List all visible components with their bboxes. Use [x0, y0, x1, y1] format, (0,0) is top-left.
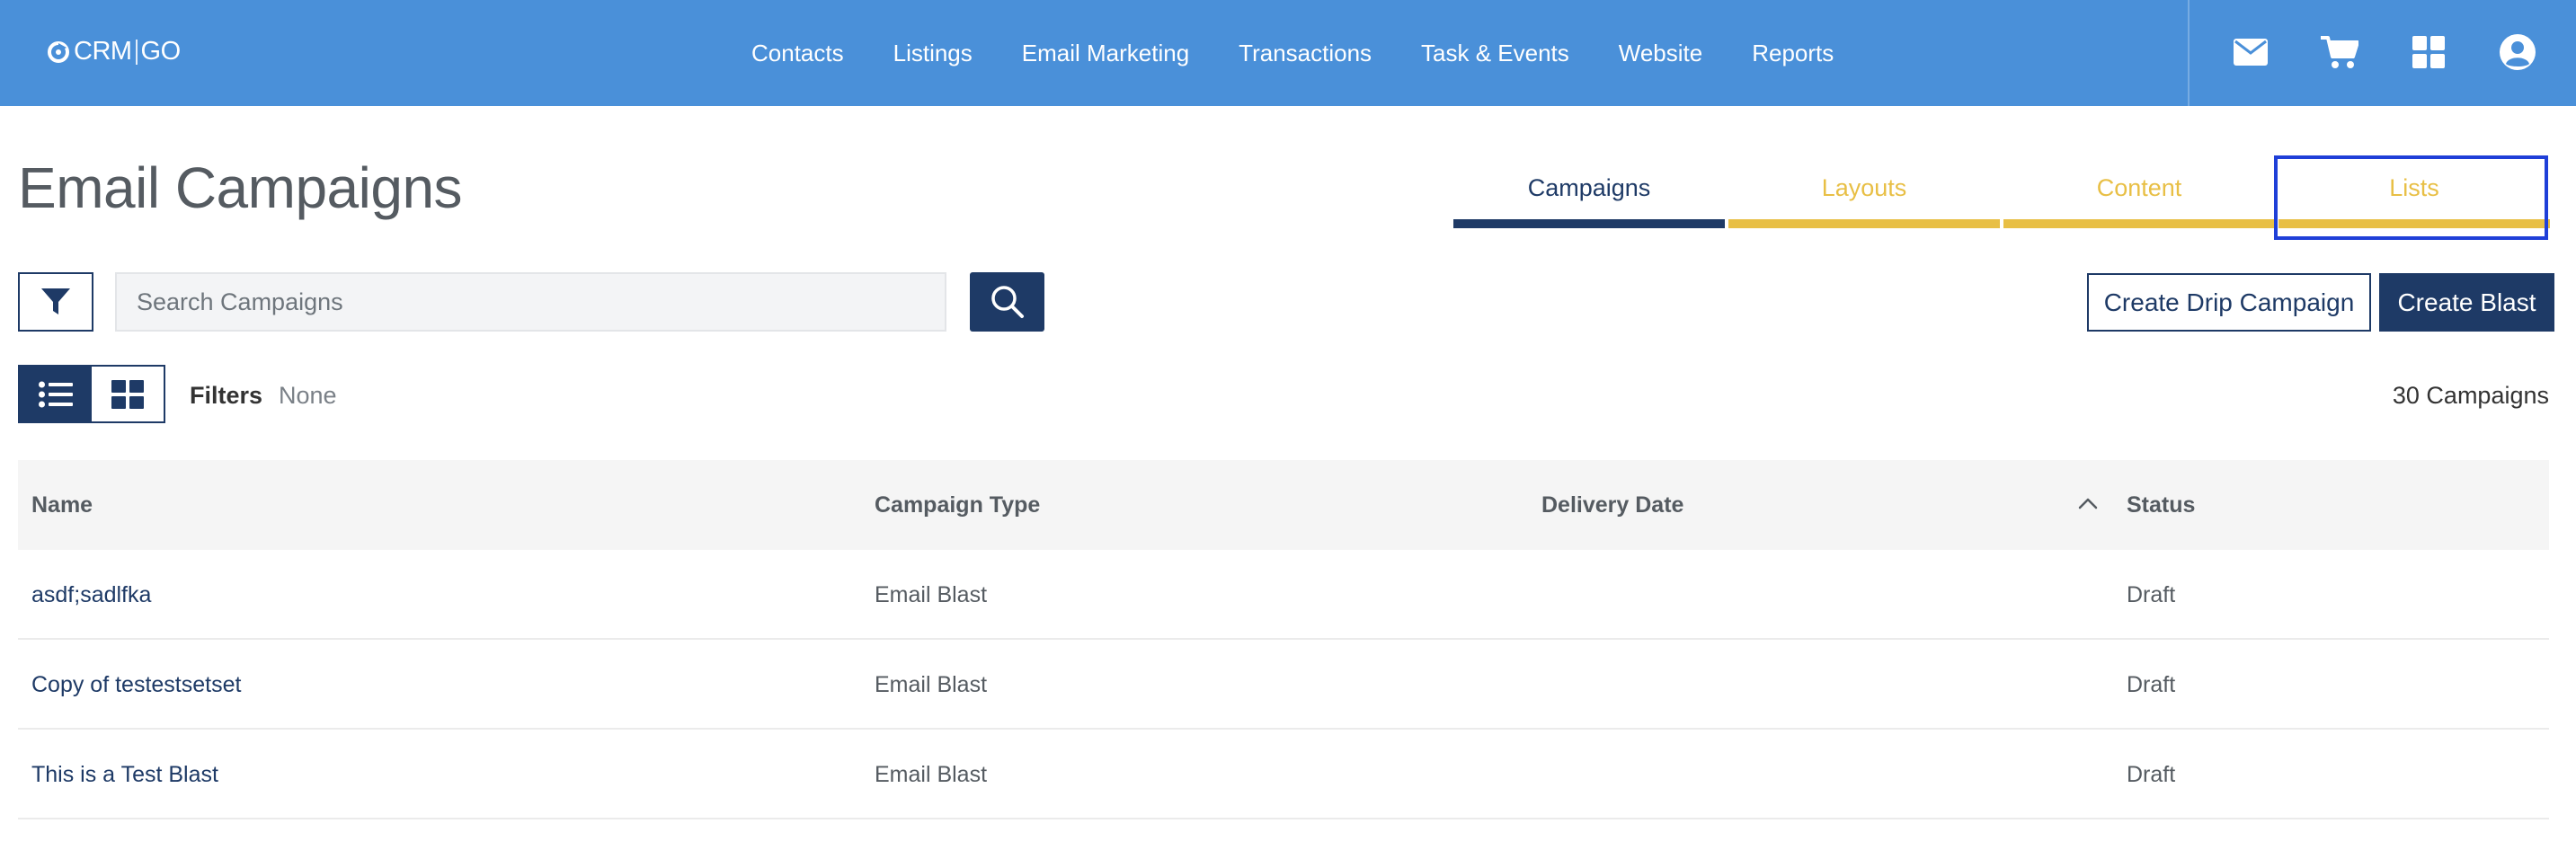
column-header-name[interactable]: Name [31, 492, 93, 518]
search-button[interactable] [970, 272, 1044, 332]
campaign-type-cell: Email Blast [875, 582, 988, 607]
campaign-name-link[interactable]: asdf;sadlfka [31, 582, 151, 608]
logo-mark-icon [48, 40, 69, 63]
view-toggle [18, 365, 165, 423]
campaign-type-cell: Email Blast [875, 672, 988, 697]
tab-campaigns-label: Campaigns [1527, 174, 1651, 201]
campaigns-table: Name Campaign Type Delivery Date Status … [18, 460, 2549, 819]
status-cell: Draft [2127, 762, 2176, 787]
create-blast-button[interactable]: Create Blast [2379, 273, 2554, 332]
tab-content[interactable]: Content [2003, 155, 2275, 228]
campaign-count: 30 Campaigns [2392, 382, 2549, 409]
tab-lists-indicator [2278, 219, 2550, 228]
nav-email-marketing[interactable]: Email Marketing [1022, 40, 1189, 67]
logo-text: CRM [74, 37, 132, 66]
mail-icon[interactable] [2232, 33, 2270, 71]
cart-icon[interactable] [2321, 33, 2358, 71]
filter-funnel-icon [41, 288, 70, 314]
campaign-name-link[interactable]: Copy of testestsetset [31, 672, 241, 698]
top-navigation-bar: CRM GO Contacts Listings Email Marketing… [0, 0, 2576, 106]
search-input[interactable] [115, 272, 946, 332]
logo-suffix: GO [140, 37, 182, 66]
tab-layouts-indicator [1728, 219, 2000, 228]
campaign-type-cell: Email Blast [875, 762, 988, 787]
status-cell: Draft [2127, 672, 2176, 697]
logo-separator [135, 39, 138, 65]
tab-lists[interactable]: Lists [2278, 155, 2550, 228]
create-drip-campaign-button[interactable]: Create Drip Campaign [2087, 273, 2371, 332]
apps-grid-icon[interactable] [2410, 33, 2447, 71]
tab-layouts[interactable]: Layouts [1728, 155, 2000, 228]
table-row: This is a Test Blast Email Blast Draft [18, 730, 2549, 819]
search-icon [990, 286, 1024, 318]
user-account-icon[interactable] [2499, 33, 2536, 71]
campaign-name-link[interactable]: This is a Test Blast [31, 762, 218, 788]
list-view-button[interactable] [20, 367, 92, 421]
nav-transactions[interactable]: Transactions [1239, 40, 1372, 67]
filters-label: Filters [190, 382, 263, 409]
column-header-campaign-type[interactable]: Campaign Type [875, 492, 1040, 518]
tab-lists-label: Lists [2389, 174, 2439, 201]
table-row: asdf;sadlfka Email Blast Draft [18, 550, 2549, 640]
nav-contacts[interactable]: Contacts [751, 40, 844, 67]
nav-reports[interactable]: Reports [1752, 40, 1834, 67]
filters-value: None [279, 382, 337, 409]
main-nav: Contacts Listings Email Marketing Transa… [751, 36, 1834, 70]
page-title: Email Campaigns [18, 155, 463, 220]
table-header-row: Name Campaign Type Delivery Date Status [18, 460, 2549, 550]
nav-task-events[interactable]: Task & Events [1421, 40, 1569, 67]
nav-website[interactable]: Website [1619, 40, 1702, 67]
sort-ascending-icon[interactable] [2078, 494, 2098, 514]
status-cell: Draft [2127, 582, 2176, 607]
nav-divider [2188, 0, 2190, 106]
app-logo[interactable]: CRM GO [47, 37, 181, 66]
tab-campaigns-indicator [1453, 219, 1725, 228]
tab-content-indicator [2003, 219, 2275, 228]
filter-button[interactable] [18, 272, 93, 332]
tab-layouts-label: Layouts [1821, 174, 1907, 201]
tab-campaigns[interactable]: Campaigns [1453, 155, 1725, 228]
list-view-icon [39, 381, 73, 407]
grid-view-icon [111, 379, 144, 409]
grid-view-button[interactable] [92, 367, 164, 421]
nav-listings[interactable]: Listings [893, 40, 973, 67]
table-row: Copy of testestsetset Email Blast Draft [18, 640, 2549, 730]
column-header-delivery-date[interactable]: Delivery Date [1541, 492, 1683, 518]
column-header-status[interactable]: Status [2127, 492, 2195, 518]
tab-content-label: Content [2096, 174, 2182, 201]
